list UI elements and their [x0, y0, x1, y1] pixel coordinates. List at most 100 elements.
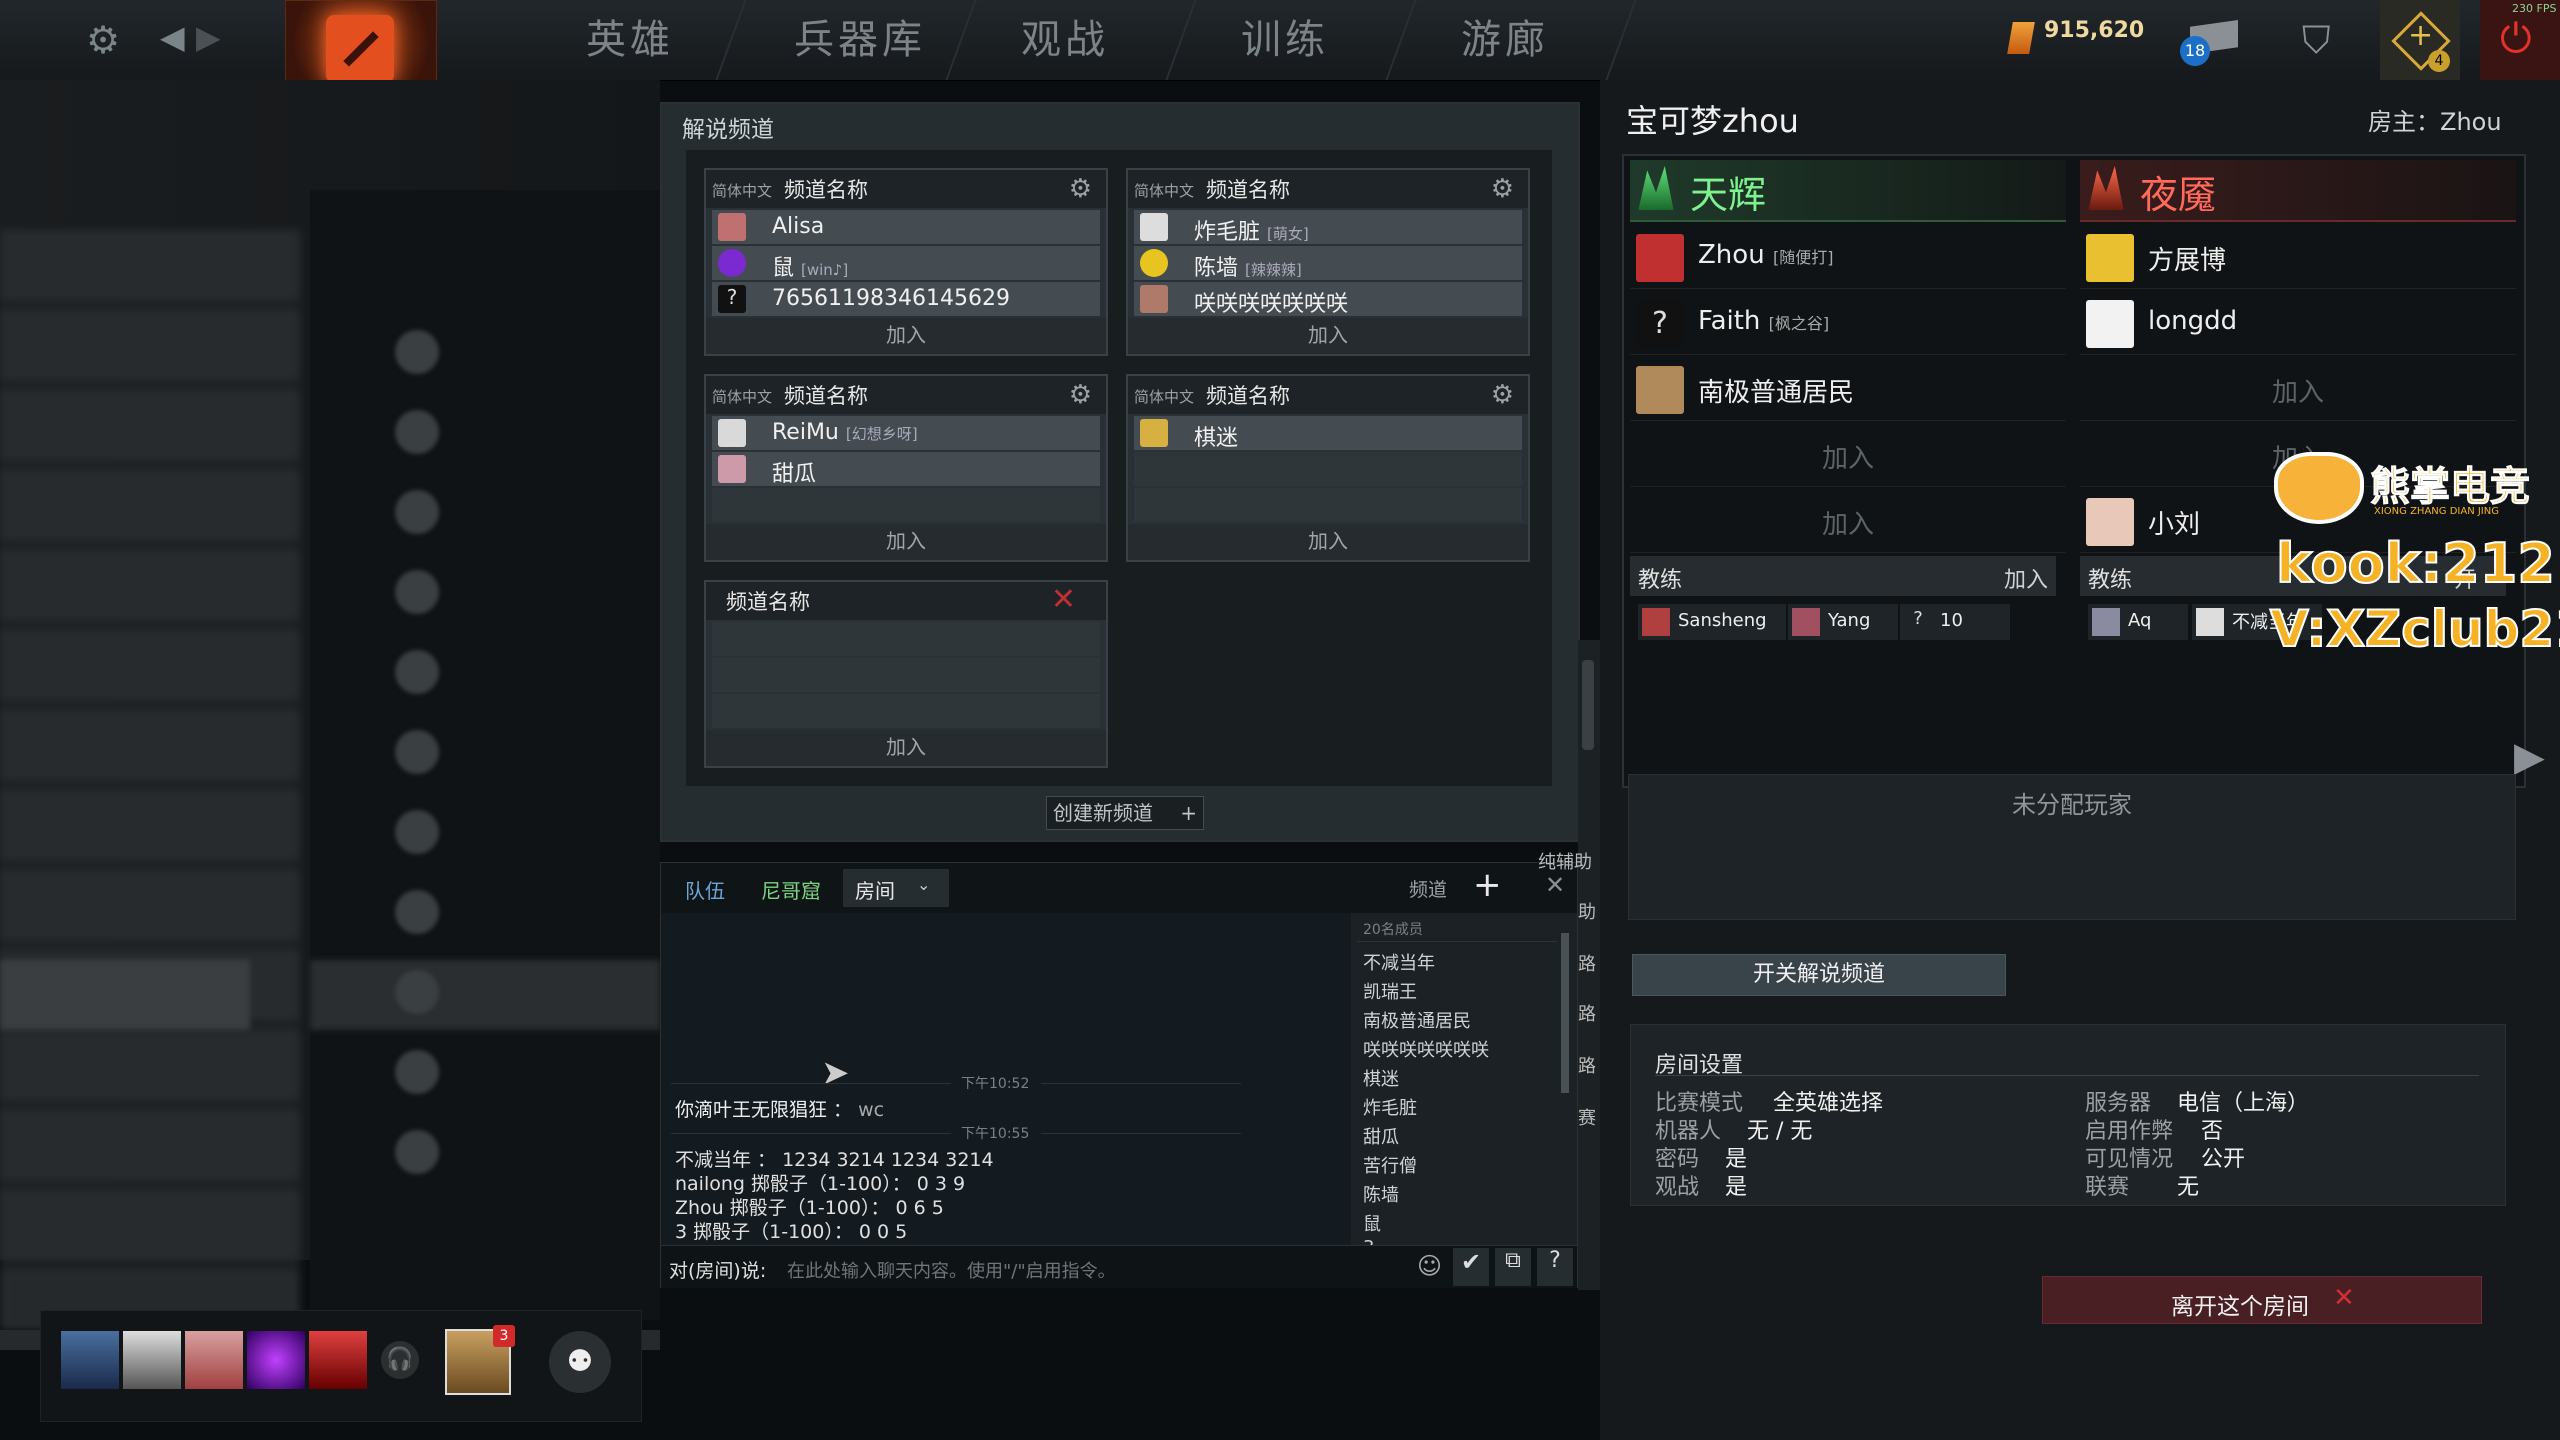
party-member-avatar[interactable] — [309, 1331, 367, 1389]
chat-tab-team[interactable]: 队伍 — [685, 875, 725, 904]
channel-label: 频道 — [1409, 879, 1448, 901]
channel-member[interactable]: 陈墙 [辣辣辣] — [1134, 246, 1522, 281]
broadcast-channel-3: 简体中文 频道名称 ⚙ ReiMu [幻想乡呀] 甜瓜 加入 — [704, 374, 1108, 562]
channel-member[interactable]: 鼠 [win♪] — [712, 246, 1100, 281]
leave-room-button[interactable]: 离开这个房间 ✕ — [2042, 1276, 2482, 1324]
channel-member[interactable]: 咲咲咲咲咲咲咲 — [1134, 282, 1522, 317]
empty-slot[interactable]: 加入 — [2080, 358, 2516, 421]
chat-tab-room[interactable]: 房间 ⌄ — [843, 869, 949, 907]
channel-language: 简体中文 — [712, 388, 773, 406]
setting-label: 联赛 — [2085, 1175, 2130, 1200]
coach-join-button[interactable]: 加入 — [2004, 562, 2048, 594]
shard-icon — [2007, 22, 2035, 54]
member-item[interactable]: 炸毛脏 — [1363, 1094, 1417, 1120]
member-scrollbar[interactable] — [1561, 933, 1569, 1093]
broadcast-channels-panel: 解说频道 简体中文 频道名称 ⚙ Alisa 鼠 [win♪] ? 765611983… — [660, 102, 1580, 842]
watermark: 熊掌电竞 XIONG ZHANG DIAN JING kook:212 V:XZ… — [2269, 450, 2560, 670]
join-channel-button[interactable]: 加入 — [706, 730, 1106, 766]
channel-member[interactable]: 炸毛脏 [萌女] — [1134, 210, 1522, 245]
coach-item[interactable]: Aq — [2088, 604, 2188, 640]
channel-member[interactable]: ReiMu [幻想乡呀] — [712, 416, 1100, 450]
player-slot[interactable]: 南极普通居民 — [1630, 358, 2066, 421]
join-channel-button[interactable]: 加入 — [1128, 318, 1528, 354]
member-item[interactable]: 不减当年 — [1363, 949, 1435, 975]
join-channel-button[interactable]: 加入 — [1128, 524, 1528, 560]
settings-gear-icon[interactable]: ⚙ — [86, 18, 120, 62]
channel-member[interactable]: 棋迷 — [1134, 416, 1522, 451]
tab-arcade[interactable]: 游廊 — [1420, 0, 1590, 80]
empty-slot[interactable]: 加入 — [1630, 424, 2066, 487]
player-slot[interactable]: 方展博 — [2080, 226, 2516, 289]
friends-list-icon[interactable]: ⚉ — [549, 1331, 611, 1393]
channel-settings-gear-icon[interactable]: ⚙ — [1069, 174, 1092, 204]
avatar — [718, 455, 746, 483]
scroll-right-arrow-icon[interactable]: ▶ — [2514, 734, 2545, 780]
member-item[interactable]: 棋迷 — [1363, 1065, 1399, 1091]
chat-tab-guild[interactable]: 尼哥窟 — [761, 875, 821, 904]
join-channel-button[interactable]: 加入 — [706, 318, 1106, 354]
popout-icon[interactable]: ⧉ — [1495, 1248, 1531, 1286]
channel-member[interactable]: Alisa — [712, 210, 1100, 244]
channel-settings-gear-icon[interactable]: ⚙ — [1491, 380, 1514, 410]
channel-name: 频道名称 — [726, 590, 810, 614]
watermark-logo-subtext: XIONG ZHANG DIAN JING — [2374, 506, 2499, 517]
channel-member[interactable]: ? 76561198346145629 — [712, 282, 1100, 316]
join-channel-button[interactable]: 加入 — [706, 524, 1106, 560]
delete-channel-icon[interactable]: ✕ — [1051, 582, 1076, 617]
coach-item[interactable]: Yang — [1788, 604, 1898, 640]
help-icon[interactable]: ? — [1537, 1248, 1573, 1286]
watermark-logo-text: 熊掌电竞 — [2370, 464, 2531, 511]
forward-arrow-icon[interactable]: ▶ — [196, 18, 221, 56]
member-item[interactable]: 陈墙 — [1363, 1181, 1399, 1207]
emoji-icon[interactable]: ☺ — [1417, 1252, 1442, 1280]
plus-icon[interactable]: + 4 — [2380, 0, 2460, 80]
unknown-avatar-icon: ? — [1913, 608, 1923, 629]
broadcast-channel-5: 频道名称 ✕ 加入 — [704, 580, 1108, 768]
mouse-cursor-icon: ➤ — [821, 1053, 850, 1093]
add-channel-icon[interactable]: + — [1473, 865, 1502, 905]
mail-badge: 18 — [2180, 36, 2210, 66]
armory-icon[interactable]: ⛉ — [2302, 18, 2331, 63]
channel-name: 频道名称 — [1206, 384, 1290, 408]
radiant-name: 天辉 — [1690, 173, 1767, 217]
member-item[interactable]: 凯瑞王 — [1363, 978, 1417, 1004]
member-count: 20名成员 — [1363, 922, 1423, 938]
member-item[interactable]: 南极普通居民 — [1363, 1007, 1471, 1033]
tab-heroes[interactable]: 英雄 — [540, 0, 720, 80]
lobby-panel: 宝可梦zhou 房主：Zhou 天辉 Zhou [随便打] ? Faith [枫之… — [1600, 80, 2560, 1440]
member-item[interactable]: 鼠 — [1363, 1210, 1381, 1236]
close-icon: ✕ — [2333, 1283, 2355, 1313]
avatar — [1140, 419, 1168, 447]
voice-headset-icon[interactable]: 🎧 — [381, 1341, 419, 1379]
create-channel-button[interactable]: 创建新频道 + — [1046, 796, 1204, 830]
member-item[interactable]: 甜瓜 — [1363, 1123, 1399, 1149]
side-label: 路 — [1578, 1056, 1596, 1077]
channel-settings-gear-icon[interactable]: ⚙ — [1069, 380, 1092, 410]
party-member-avatar[interactable] — [247, 1331, 305, 1389]
coach-item[interactable]: Sansheng — [1638, 604, 1786, 640]
party-member-avatar[interactable] — [123, 1331, 181, 1389]
party-member-avatar[interactable] — [61, 1331, 119, 1389]
radiant-team: 天辉 Zhou [随便打] ? Faith [枫之谷] 南极普通居民 加入 加入 … — [1630, 160, 2066, 780]
member-item[interactable]: 3 — [1363, 1237, 1374, 1245]
tab-armory[interactable]: 兵器库 — [760, 0, 960, 80]
currency-amount: 915,620 — [2044, 18, 2145, 43]
party-member-avatar[interactable] — [185, 1331, 243, 1389]
tab-watch[interactable]: 观战 — [980, 0, 1150, 80]
channel-member[interactable]: 甜瓜 — [712, 452, 1100, 487]
player-slot[interactable]: ? Faith [枫之谷] — [1630, 292, 2066, 355]
close-chat-icon[interactable]: ✕ — [1545, 871, 1565, 899]
toggle-broadcast-button[interactable]: 开关解说频道 — [1632, 954, 2006, 996]
member-item[interactable]: 咲咲咲咲咲咲咲 — [1363, 1036, 1489, 1062]
player-slot[interactable]: longdd — [2080, 292, 2516, 355]
coach-item[interactable]: ? 10 — [1900, 604, 2010, 640]
chat-input[interactable]: 在此处输入聊天内容。使用"/"启用指令。 — [787, 1257, 1347, 1283]
avatar — [2092, 608, 2120, 636]
member-item[interactable]: 苦行僧 — [1363, 1152, 1417, 1178]
back-arrow-icon[interactable]: ◀ — [160, 18, 185, 56]
channel-settings-gear-icon[interactable]: ⚙ — [1491, 174, 1514, 204]
send-check-icon[interactable]: ✔ — [1453, 1248, 1489, 1286]
tab-learn[interactable]: 训练 — [1200, 0, 1370, 80]
player-slot[interactable]: Zhou [随便打] — [1630, 226, 2066, 289]
empty-slot[interactable]: 加入 — [1630, 490, 2066, 553]
